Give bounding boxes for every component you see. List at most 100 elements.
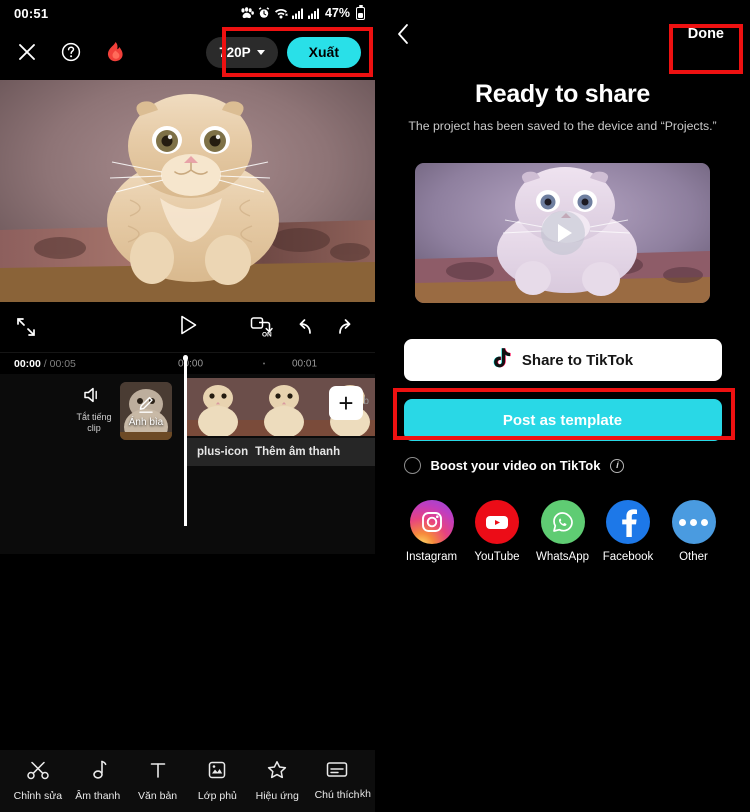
dual-screenshot-container: 00:51 47% 720P Xuất ON 00:00 / 00:05 00:…	[0, 0, 750, 812]
share-whatsapp[interactable]: WhatsApp	[535, 500, 591, 563]
video-preview-area[interactable]	[0, 80, 375, 302]
done-button[interactable]: Done	[676, 20, 736, 48]
ruler-tick-label: 00:01	[292, 358, 318, 369]
text-t-icon	[148, 760, 168, 785]
tool-label: Chỉnh sửa	[13, 790, 63, 802]
music-note-icon	[89, 760, 107, 785]
social-share-row: Instagram YouTube WhatsApp Facebook Othe…	[404, 500, 722, 563]
battery-percent-label: 47%	[324, 6, 350, 20]
flame-icon[interactable]	[102, 39, 128, 65]
social-label: Other	[679, 551, 708, 563]
share-youtube[interactable]: YouTube	[469, 500, 525, 563]
share-title: Ready to share	[474, 80, 651, 108]
facebook-icon	[606, 500, 650, 544]
share-instagram[interactable]: Instagram	[404, 500, 460, 563]
caption-icon	[326, 761, 348, 784]
current-time: 00:00	[14, 357, 41, 370]
export-button[interactable]: Xuất	[286, 36, 361, 68]
svg-text:ON: ON	[262, 332, 272, 339]
tool-label: Âm thanh	[75, 790, 121, 802]
toolbar-edge-text: kh	[359, 788, 371, 800]
status-bar: 00:51 47%	[0, 0, 375, 26]
social-label: Instagram	[405, 551, 458, 563]
alarm-clock-icon	[258, 7, 270, 19]
clip-frame	[251, 378, 317, 436]
right-share-screen: Done Ready to share The project has been…	[375, 0, 750, 812]
tool-label: Lớp phủ	[197, 790, 237, 802]
tiktok-note-icon	[492, 347, 512, 373]
add-audio-track-button[interactable]: plus-icon Thêm âm thanh	[185, 438, 375, 466]
plus-icon: plus-icon	[197, 446, 249, 458]
radio-unchecked-icon[interactable]	[403, 457, 421, 474]
editor-top-bar-right: 720P Xuất	[206, 36, 365, 68]
scissors-icon	[27, 760, 49, 785]
boost-label: Boost your video on TikTok	[430, 458, 601, 473]
tool-label: Chú thích	[314, 789, 360, 801]
fullscreen-icon[interactable]	[16, 317, 36, 337]
paw-icon	[240, 7, 254, 19]
undo-icon[interactable]	[291, 314, 317, 340]
social-label: Facebook	[602, 551, 654, 563]
tool-chinh-sua[interactable]: Chỉnh sửa	[8, 760, 68, 802]
post-as-template-button[interactable]: Post as template	[403, 399, 722, 441]
player-right-actions: ON	[249, 314, 359, 340]
whatsapp-icon	[540, 500, 585, 544]
total-time: 00:05	[49, 357, 76, 370]
mute-clip-label: Tắt tiếng clip	[76, 412, 112, 433]
share-facebook[interactable]: Facebook	[600, 500, 656, 563]
editor-bottom-toolbar: Chỉnh sửa Âm thanh Văn bản Lớp phủ Hiệu …	[0, 750, 375, 812]
time-separator: /	[43, 357, 47, 370]
chevron-down-icon	[256, 49, 265, 55]
help-circle-icon[interactable]	[58, 39, 84, 65]
pencil-icon	[138, 396, 154, 419]
tool-label: Hiệu ứng	[255, 790, 299, 802]
share-subtitle: The project has been saved to the device…	[408, 119, 717, 133]
cover-image-button[interactable]: Ánh bìa	[120, 382, 172, 440]
overlay-picture-icon	[207, 760, 227, 785]
share-to-tiktok-button[interactable]: Share to TikTok	[403, 339, 722, 381]
boost-video-option[interactable]: Boost your video on TikTok i	[403, 457, 722, 474]
info-icon[interactable]: i	[610, 458, 625, 473]
play-icon[interactable]	[177, 314, 199, 341]
mute-clip-button[interactable]: Tắt tiếng clip	[72, 386, 116, 434]
resolution-selector[interactable]: 720P	[206, 36, 278, 68]
status-bar-icons: 47%	[240, 4, 365, 20]
share-top-bar: Done	[375, 0, 750, 68]
sparkle-star-icon	[266, 760, 288, 785]
ruler-ticks: 00:00 00:01 00:02 00:03 0	[178, 358, 375, 369]
tool-label: Văn bản	[138, 790, 178, 802]
tool-am-thanh[interactable]: Âm thanh	[68, 760, 128, 802]
share-to-tiktok-label: Share to TikTok	[521, 351, 634, 369]
tool-chu-thich[interactable]: Chú thích	[307, 761, 367, 801]
share-other[interactable]: Other	[666, 500, 722, 563]
youtube-icon	[475, 500, 519, 544]
preview-cat-image	[0, 80, 375, 302]
playhead[interactable]	[182, 355, 188, 526]
instagram-icon	[409, 500, 454, 544]
add-clip-button[interactable]: +	[329, 386, 363, 420]
share-video-preview[interactable]	[415, 163, 710, 303]
ruler-dot	[349, 363, 375, 365]
redo-icon[interactable]	[333, 314, 359, 340]
status-bar-time: 00:51	[14, 5, 49, 21]
left-editor-screen: 00:51 47% 720P Xuất ON 00:00 / 00:05 00:…	[0, 0, 375, 812]
wifi-icon	[274, 7, 288, 19]
timeline-time-display: 00:00 / 00:05	[14, 358, 76, 370]
close-icon[interactable]	[14, 39, 40, 65]
ruler-dot	[235, 362, 292, 365]
clip-frame	[185, 378, 251, 436]
editor-top-bar: 720P Xuất	[0, 26, 375, 78]
keyframe-on-icon[interactable]: ON	[249, 314, 275, 340]
signal-bars-icon	[307, 8, 320, 19]
battery-icon	[356, 4, 365, 20]
chevron-left-icon[interactable]	[389, 19, 419, 49]
tool-van-ban[interactable]: Văn bản	[128, 760, 188, 802]
social-label: WhatsApp	[535, 551, 590, 563]
tool-lop-phu[interactable]: Lớp phủ	[187, 760, 247, 802]
play-icon[interactable]	[540, 211, 585, 255]
editor-top-bar-left	[14, 39, 128, 65]
timeline-area[interactable]: Tắt tiếng clip Ánh bìa b + plus-icon Thê…	[0, 355, 375, 554]
ruler-tick-label: 00:00	[178, 358, 204, 369]
player-control-row: ON	[0, 302, 375, 352]
tool-hieu-ung[interactable]: Hiệu ứng	[247, 760, 307, 802]
